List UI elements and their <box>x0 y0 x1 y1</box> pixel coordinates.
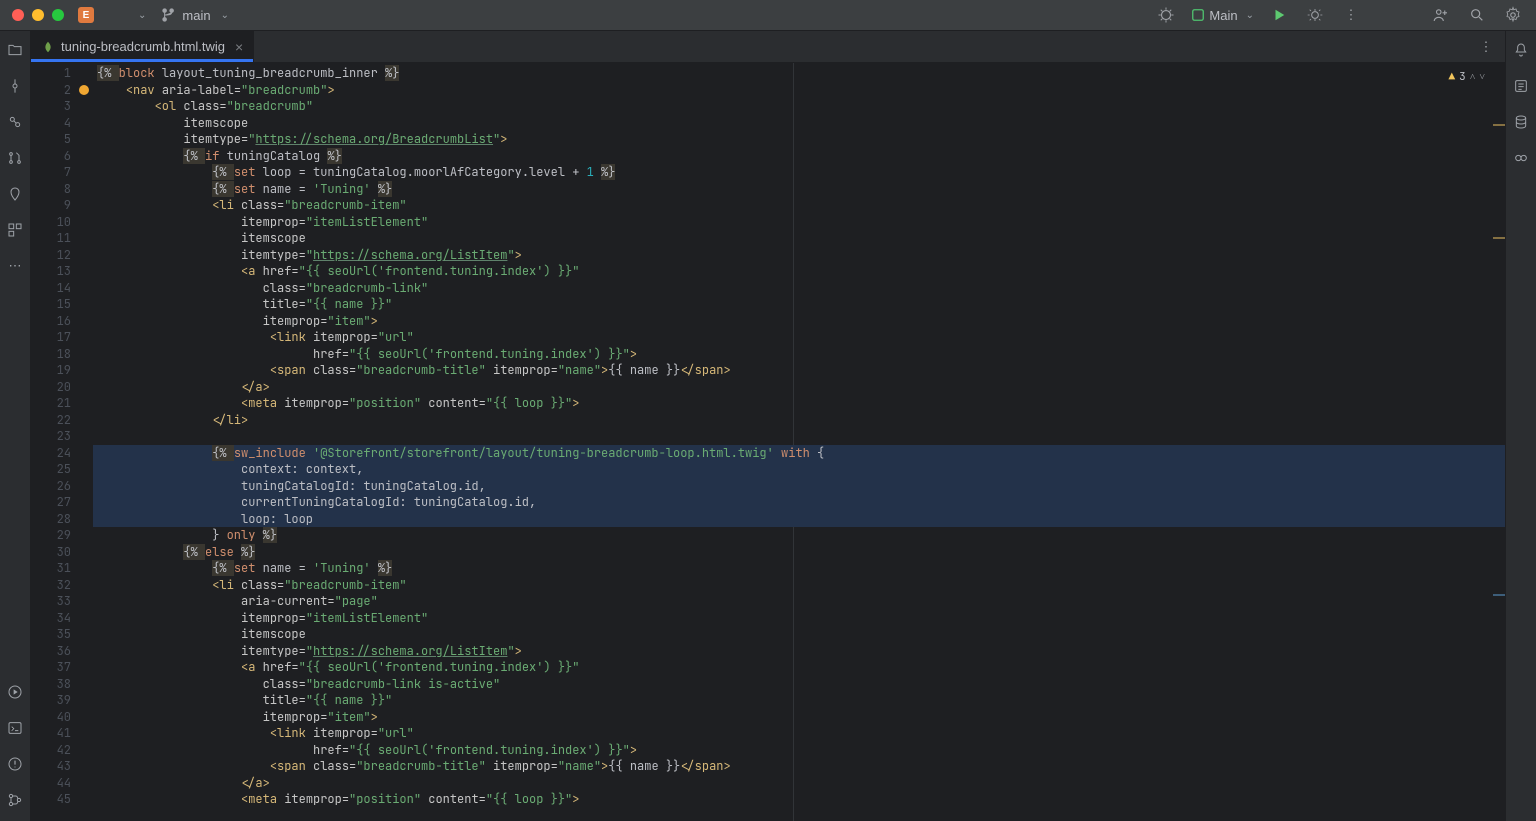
code-area[interactable]: ▲ 3 ˄ ˅ {% block layout_tuning_breadcrum… <box>93 63 1505 821</box>
more-tools-icon[interactable] <box>6 221 24 239</box>
close-window-button[interactable] <box>12 9 24 21</box>
editor-tab[interactable]: tuning-breadcrumb.html.twig × <box>31 31 254 62</box>
pull-requests-tool-icon[interactable] <box>6 149 24 167</box>
editor-body[interactable]: 1234567891011121314151617181920212223242… <box>31 63 1505 821</box>
terminal-tool-icon[interactable] <box>6 719 24 737</box>
notifications-tool-icon[interactable] <box>1512 41 1530 59</box>
minimize-window-button[interactable] <box>32 9 44 21</box>
code-with-me-icon[interactable] <box>1430 4 1452 26</box>
database-tool-icon[interactable] <box>1512 113 1530 131</box>
problems-tool-icon[interactable] <box>6 755 24 773</box>
branch-name: main <box>182 8 210 23</box>
editor-tab-bar: tuning-breadcrumb.html.twig × ⋮ <box>31 31 1505 63</box>
debug-config-icon[interactable] <box>1155 4 1177 26</box>
gutter: 1234567891011121314151617181920212223242… <box>31 63 93 821</box>
more-actions-icon[interactable]: ⋮ <box>1340 4 1362 26</box>
project-dropdown-icon[interactable]: ⌄ <box>138 10 146 21</box>
run-button[interactable] <box>1268 4 1290 26</box>
chevron-down-icon: ⌄ <box>1246 10 1254 21</box>
vcs-branch-widget[interactable]: main ⌄ <box>154 6 237 25</box>
chevron-down-icon: ⌄ <box>221 10 229 21</box>
project-badge[interactable]: E <box>78 7 94 23</box>
search-everywhere-icon[interactable] <box>1466 4 1488 26</box>
structure-tool-icon[interactable] <box>6 185 24 203</box>
project-tool-icon[interactable] <box>6 41 24 59</box>
debug-button[interactable] <box>1304 4 1326 26</box>
copilot-tool-icon[interactable] <box>1512 149 1530 167</box>
run-config-label: Main <box>1209 8 1237 23</box>
left-tool-rail: ⋯ <box>0 31 31 821</box>
tab-options-icon[interactable]: ⋮ <box>1475 36 1497 58</box>
bookmarks-tool-icon[interactable] <box>6 113 24 131</box>
vcs-tool-icon[interactable] <box>6 791 24 809</box>
close-tab-icon[interactable]: × <box>235 39 243 55</box>
run-tool-icon[interactable] <box>6 683 24 701</box>
settings-icon[interactable] <box>1502 4 1524 26</box>
twig-file-icon <box>41 40 55 54</box>
run-config-icon <box>1191 8 1205 22</box>
right-tool-rail <box>1505 31 1536 821</box>
titlebar: E ⌄ main ⌄ Main ⌄ ⋮ <box>0 0 1536 31</box>
maximize-window-button[interactable] <box>52 9 64 21</box>
ai-assistant-tool-icon[interactable] <box>1512 77 1530 95</box>
window-controls <box>12 9 64 21</box>
branch-icon <box>162 8 176 22</box>
tab-label: tuning-breadcrumb.html.twig <box>61 39 225 54</box>
run-config-selector[interactable]: Main ⌄ <box>1191 8 1254 23</box>
commit-tool-icon[interactable] <box>6 77 24 95</box>
overflow-icon[interactable]: ⋯ <box>6 257 24 275</box>
